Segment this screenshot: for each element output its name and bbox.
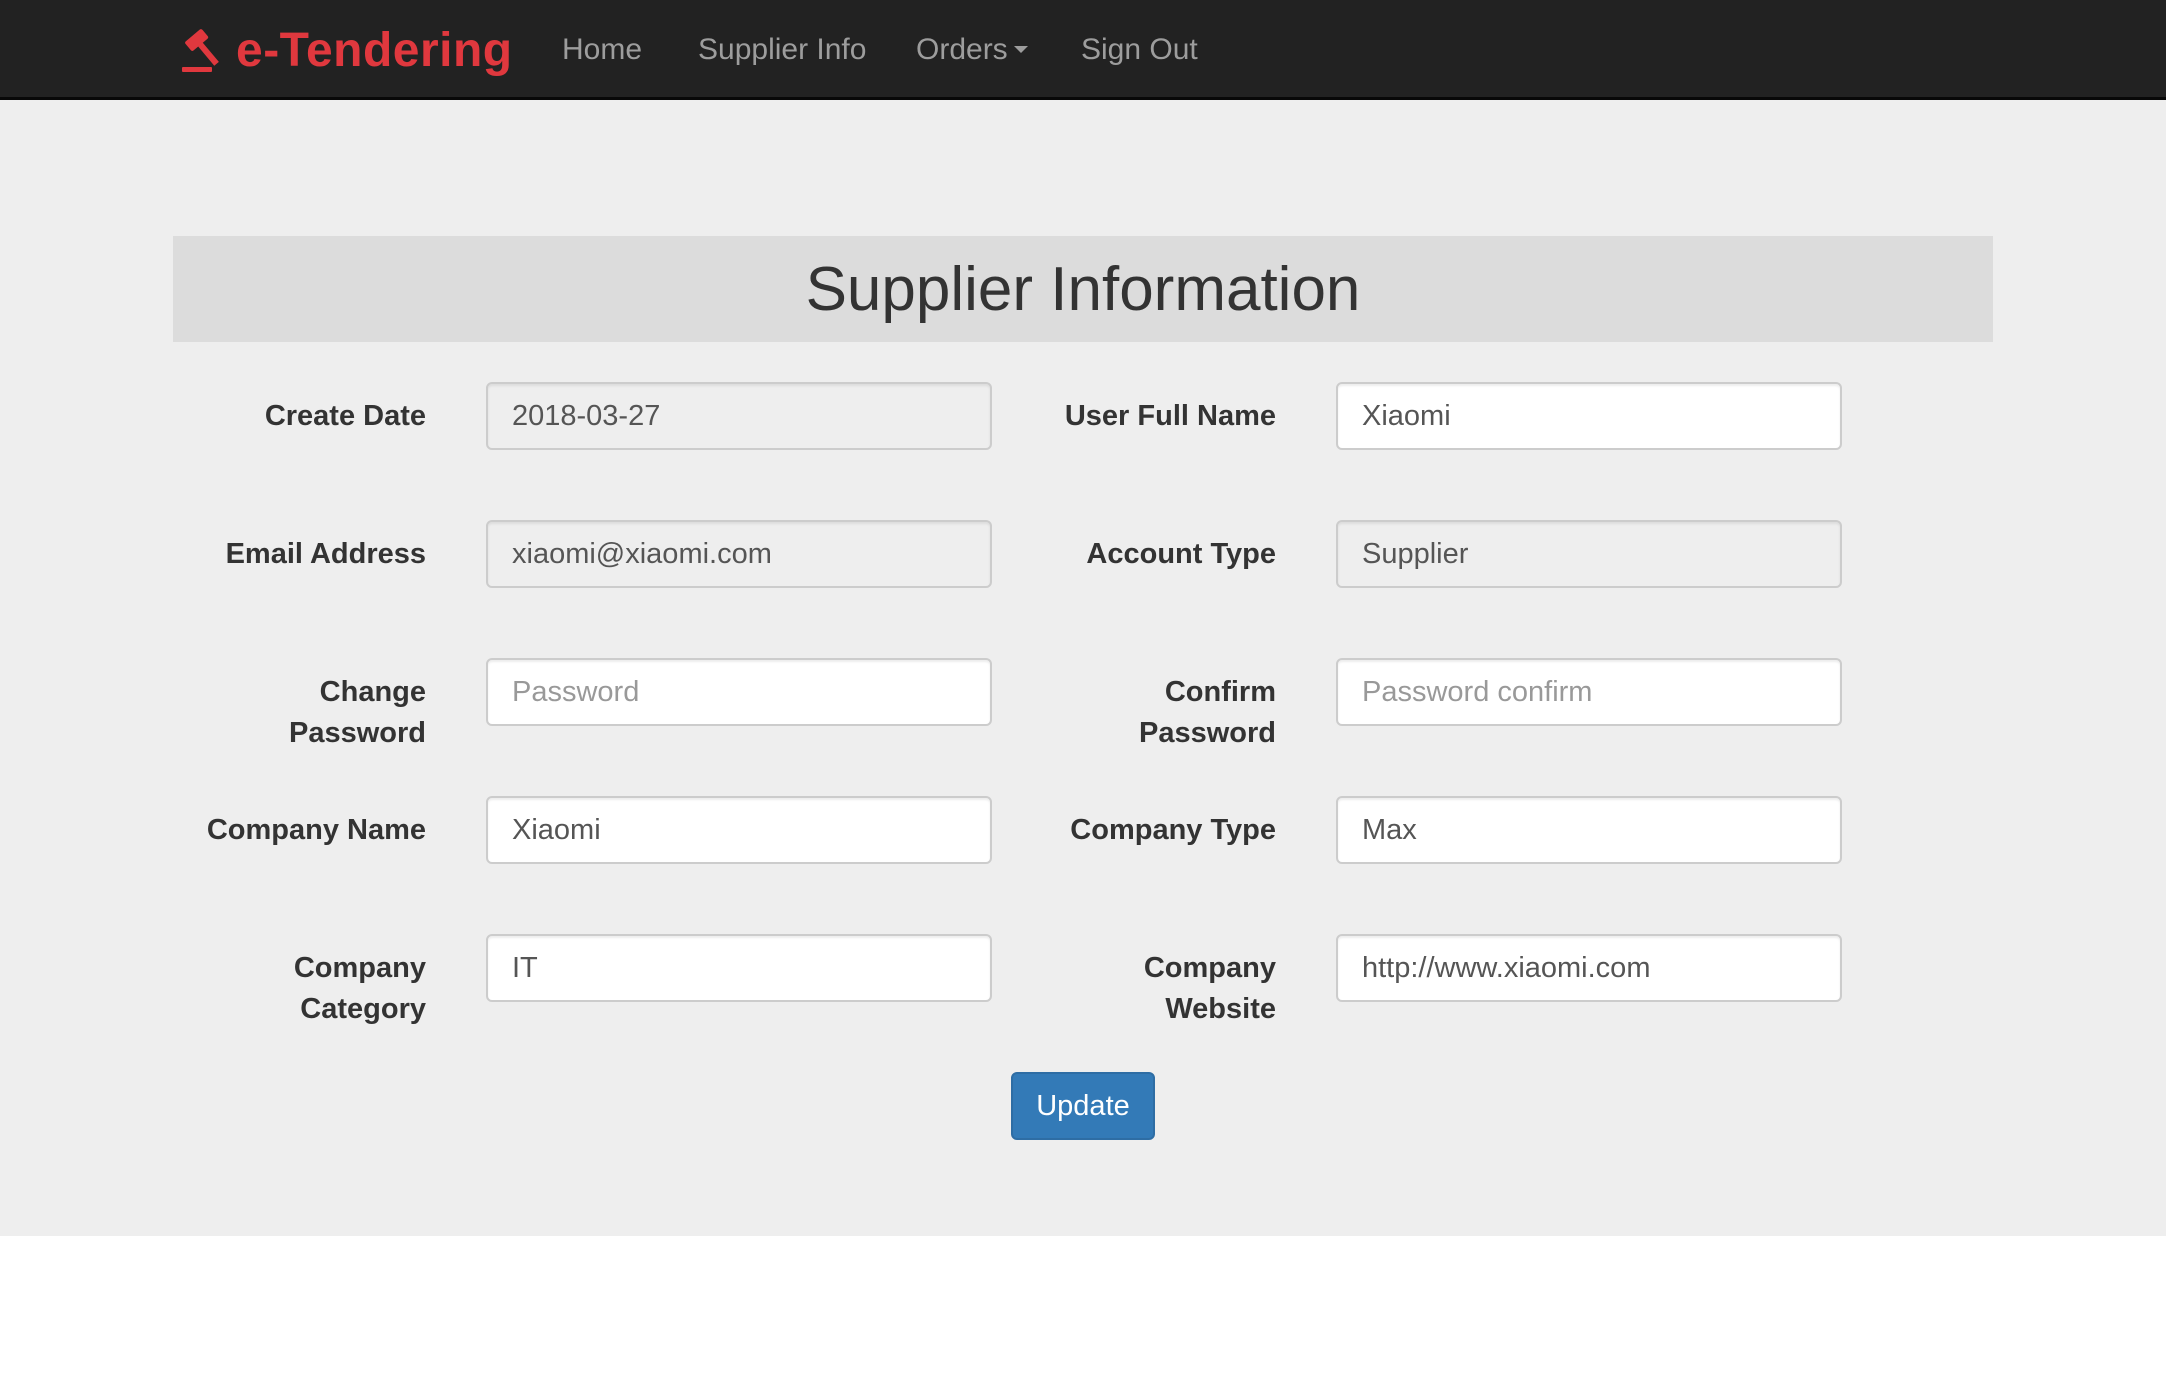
company-type-label: Company Type [1070, 814, 1276, 846]
user-full-name-label: User Full Name [1064, 400, 1276, 432]
gavel-icon [180, 25, 230, 75]
nav-sign-out[interactable]: Sign Out [1081, 24, 1198, 76]
nav-orders-dropdown[interactable]: Orders [916, 24, 1028, 76]
company-name-label: Company Name [206, 814, 426, 846]
company-category-label-line1: Company [293, 952, 426, 984]
caret-down-icon [1013, 46, 1028, 54]
company-website-label: Company Website [1016, 948, 1276, 1030]
create-date-field[interactable] [486, 382, 992, 450]
nav-orders-label: Orders [916, 33, 1008, 66]
account-type-field[interactable] [1336, 520, 1842, 588]
nav-supplier-info[interactable]: Supplier Info [698, 24, 866, 76]
create-date-label: Create Date [264, 400, 426, 432]
title-bar: Supplier Information [173, 236, 1993, 342]
confirm-password-label: Confirm Password [1016, 672, 1276, 754]
confirm-password-label-line2: Password [1139, 717, 1276, 749]
nav-home[interactable]: Home [562, 24, 642, 76]
change-password-label-line1: Change [319, 676, 426, 708]
confirm-password-field[interactable] [1336, 658, 1842, 726]
company-website-label-line2: Website [1165, 993, 1276, 1025]
change-password-label-line2: Password [289, 717, 426, 749]
change-password-label: Change Password [166, 672, 426, 754]
company-category-label-line2: Category [300, 993, 426, 1025]
update-button[interactable]: Update [1011, 1072, 1155, 1140]
company-website-field[interactable] [1336, 934, 1842, 1002]
change-password-field[interactable] [486, 658, 992, 726]
account-type-label: Account Type [1086, 538, 1276, 570]
brand-name: e-Tendering [236, 23, 513, 77]
company-category-field[interactable] [486, 934, 992, 1002]
user-full-name-field[interactable] [1336, 382, 1842, 450]
page-title: Supplier Information [805, 254, 1361, 324]
confirm-password-label-line1: Confirm [1164, 676, 1276, 708]
company-name-field[interactable] [486, 796, 992, 864]
email-address-field[interactable] [486, 520, 992, 588]
company-website-label-line1: Company [1143, 952, 1276, 984]
company-category-label: Company Category [166, 948, 426, 1030]
email-address-label: Email Address [225, 538, 426, 570]
top-navbar: e-Tendering Home Supplier Info Orders Si… [0, 0, 2166, 100]
company-type-field[interactable] [1336, 796, 1842, 864]
main-content: Supplier Information Create Date User Fu… [0, 100, 2166, 1236]
brand-link[interactable]: e-Tendering [180, 22, 513, 78]
